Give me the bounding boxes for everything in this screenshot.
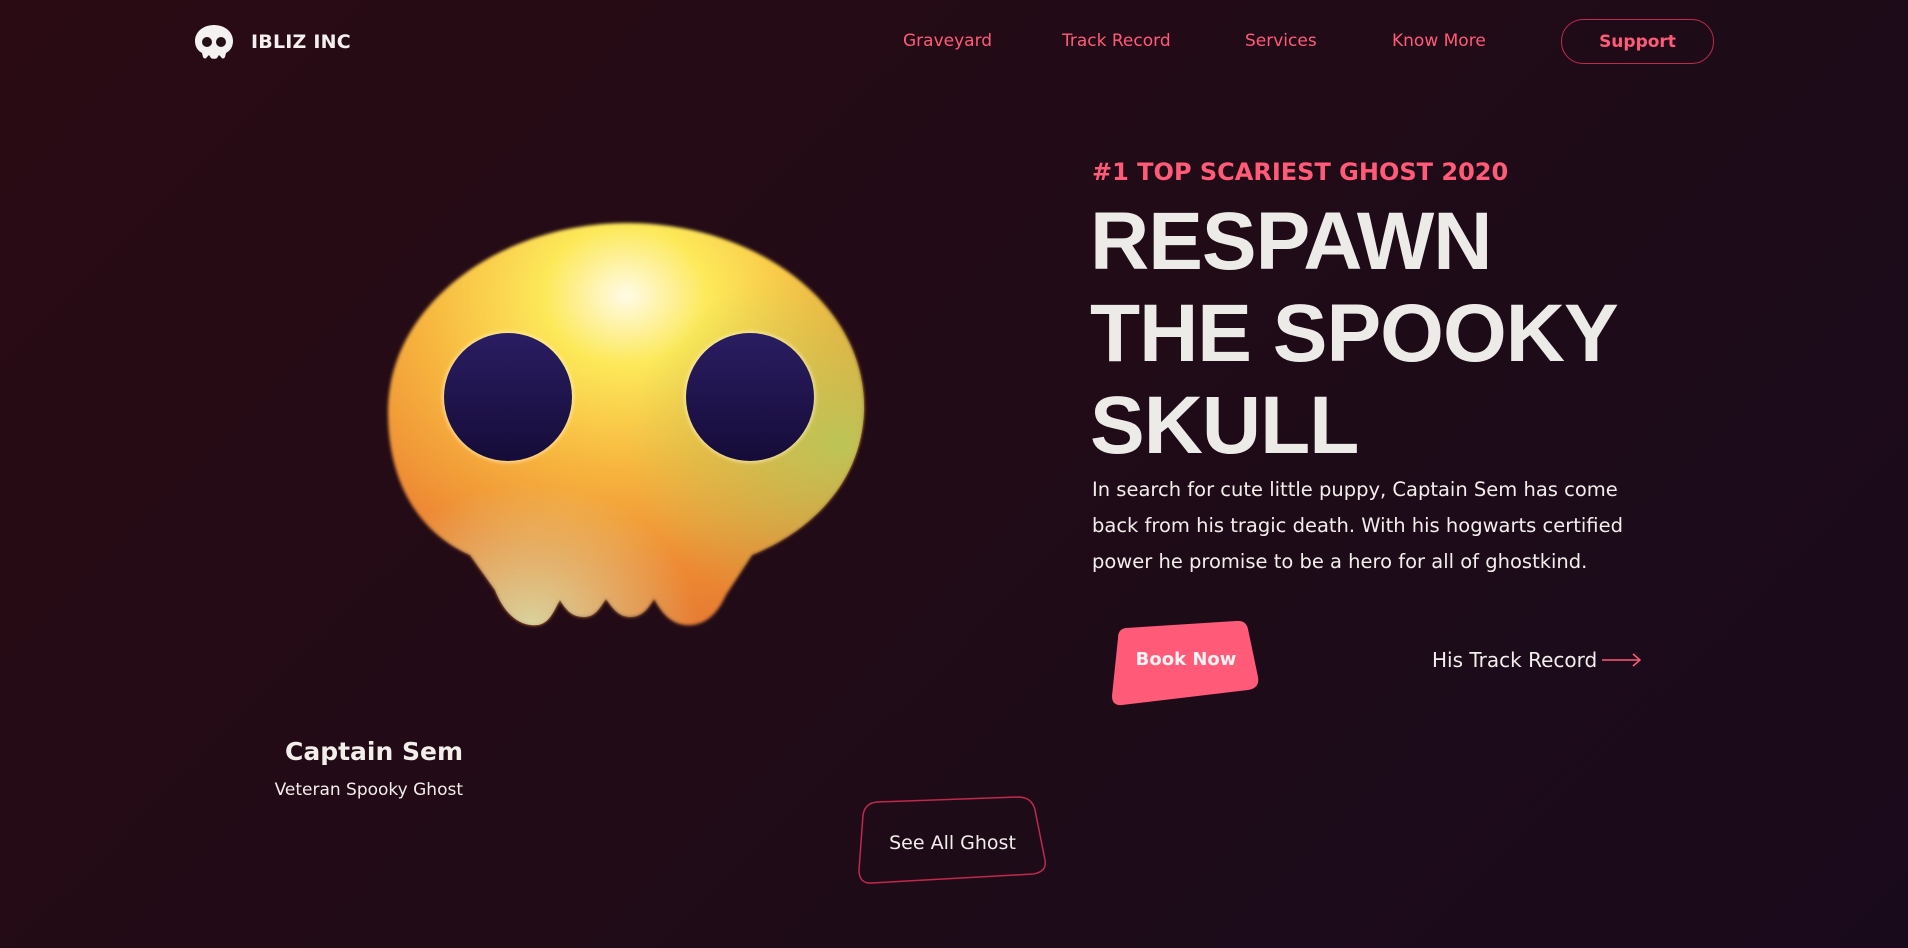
nav-link-services[interactable]: Services — [1245, 31, 1317, 51]
brand-name: IBLIZ INC — [251, 31, 351, 53]
top-navbar: IBLIZ INC Graveyard Track Record Service… — [0, 0, 1908, 85]
character-role: Veteran Spooky Ghost — [274, 780, 463, 800]
nav-link-track-record[interactable]: Track Record — [1062, 31, 1171, 51]
arrow-right-icon — [1602, 653, 1642, 667]
hero-eyebrow: #1 TOP SCARIEST GHOST 2020 — [1092, 158, 1509, 186]
track-record-label: His Track Record — [1432, 648, 1598, 672]
hero-description: In search for cute little puppy, Captain… — [1092, 478, 1623, 573]
book-now-button[interactable]: Book Now — [1110, 620, 1262, 706]
track-record-link[interactable]: His Track Record — [1432, 648, 1642, 672]
headline-line-2: THE SPOOKY — [1090, 288, 1619, 379]
see-all-ghost-label: See All Ghost — [889, 831, 1016, 854]
headline-line-1: RESPAWN — [1090, 196, 1493, 287]
hero-headline: RESPAWN THE SPOOKY SKULL — [1090, 196, 1690, 472]
brand-logo[interactable]: IBLIZ INC — [194, 24, 351, 60]
see-all-ghost-button[interactable]: See All Ghost — [855, 790, 1050, 895]
character-name: Captain Sem — [284, 737, 463, 766]
headline-line-3: SKULL — [1090, 380, 1359, 471]
skull-icon — [195, 25, 233, 59]
support-button[interactable]: Support — [1561, 19, 1714, 64]
nav-link-know-more[interactable]: Know More — [1392, 31, 1486, 51]
book-now-label: Book Now — [1135, 648, 1237, 670]
nav-link-graveyard[interactable]: Graveyard — [903, 31, 992, 51]
skull-illustration — [387, 223, 865, 626]
